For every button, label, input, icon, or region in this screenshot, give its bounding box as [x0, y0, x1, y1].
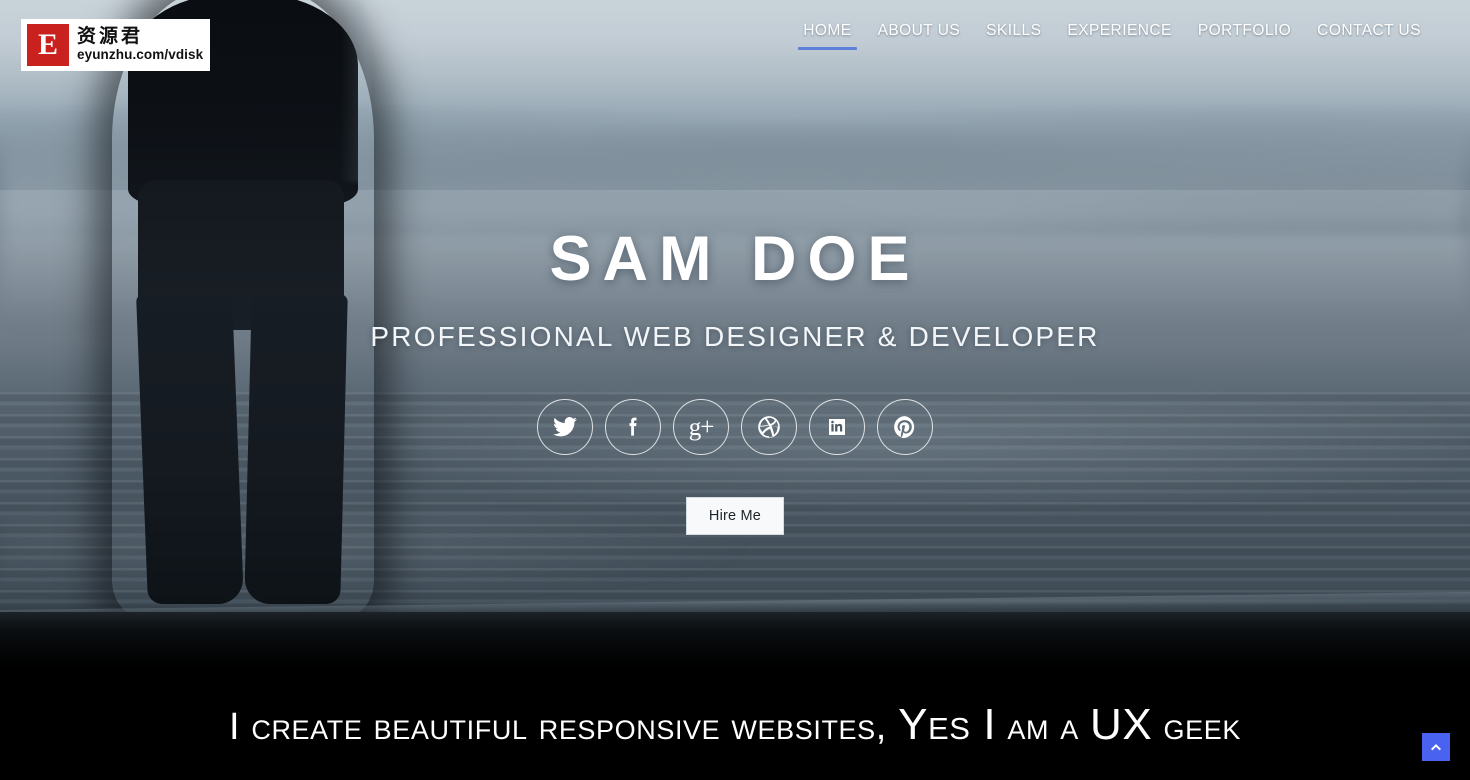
- dribbble-icon: [758, 416, 780, 438]
- page-title: SAM DOE: [549, 224, 921, 294]
- logo-text-block: 资源君 eyunzhu.com/vdisk: [77, 25, 204, 63]
- tagline-band: I create beautiful responsive websites, …: [0, 670, 1470, 780]
- page-subtitle: PROFESSIONAL WEB DESIGNER & DEVELOPER: [370, 321, 1100, 352]
- tagline-text: I create beautiful responsive websites, …: [229, 703, 1241, 747]
- tagline-part-3: am a: [996, 706, 1091, 748]
- nav-item-contact-us[interactable]: CONTACT US: [1304, 22, 1434, 50]
- social-link-linkedin[interactable]: [809, 399, 865, 455]
- logo-mark-letter: E: [35, 28, 60, 61]
- tagline-part-5: geek: [1152, 706, 1241, 748]
- logo-chinese-name: 资源君: [77, 25, 144, 48]
- social-link-google-plus[interactable]: g+: [673, 399, 729, 455]
- hero-bottom-fade: [0, 600, 1470, 670]
- site-logo[interactable]: E 资源君 eyunzhu.com/vdisk: [21, 19, 210, 71]
- logo-url: eyunzhu.com/vdisk: [77, 47, 204, 63]
- hire-me-button[interactable]: Hire Me: [685, 497, 785, 535]
- nav-item-portfolio[interactable]: PORTFOLIO: [1185, 22, 1304, 50]
- facebook-icon: [629, 417, 637, 436]
- google-plus-icon: g+: [688, 413, 715, 441]
- nav-item-experience[interactable]: EXPERIENCE: [1054, 22, 1184, 50]
- social-link-facebook[interactable]: [605, 399, 661, 455]
- nav-item-about-us[interactable]: ABOUT US: [865, 22, 974, 50]
- linkedin-icon: [829, 419, 845, 435]
- pinterest-icon: [894, 416, 915, 438]
- social-link-pinterest[interactable]: [877, 399, 933, 455]
- social-link-dribbble[interactable]: [741, 399, 797, 455]
- tagline-part-1: I create beautiful responsive websites,: [229, 706, 899, 748]
- social-links: g+: [537, 399, 933, 455]
- tagline-part-4: UX: [1090, 700, 1153, 749]
- social-link-twitter[interactable]: [537, 399, 593, 455]
- logo-mark-icon: E: [27, 24, 69, 66]
- page-root: E 资源君 eyunzhu.com/vdisk HOME ABOUT US SK…: [0, 0, 1470, 780]
- chevron-up-icon: [1431, 744, 1441, 751]
- scroll-to-top-button[interactable]: [1422, 733, 1450, 761]
- twitter-icon: [553, 417, 577, 437]
- nav-item-home[interactable]: HOME: [790, 22, 864, 50]
- main-navigation: HOME ABOUT US SKILLS EXPERIENCE PORTFOLI…: [790, 22, 1434, 50]
- tagline-part-2: Yes I: [898, 700, 997, 749]
- nav-item-skills[interactable]: SKILLS: [973, 22, 1054, 50]
